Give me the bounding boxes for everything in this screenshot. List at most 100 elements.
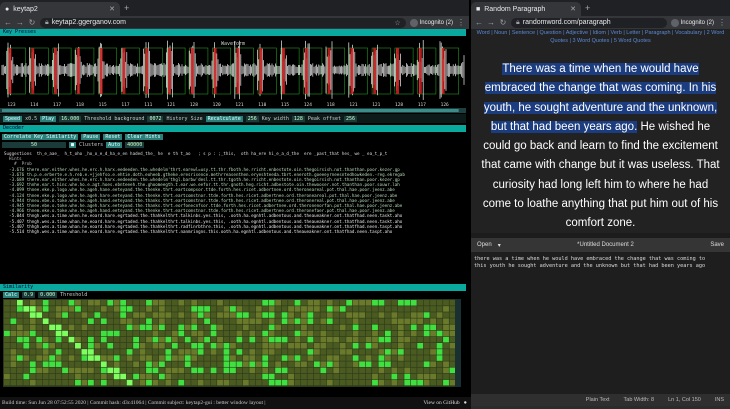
matrix-cell[interactable] <box>152 324 159 331</box>
matrix-cell[interactable] <box>29 373 36 380</box>
matrix-cell[interactable] <box>326 361 333 367</box>
matrix-cell[interactable] <box>171 361 178 367</box>
matrix-cell[interactable] <box>294 355 301 361</box>
matrix-cell[interactable] <box>223 318 230 324</box>
matrix-cell[interactable] <box>365 361 372 367</box>
matrix-cell[interactable] <box>126 361 133 367</box>
matrix-cell[interactable] <box>384 324 391 331</box>
matrix-cell[interactable] <box>288 367 294 374</box>
time-value[interactable]: 16.000 <box>59 115 82 122</box>
matrix-cell[interactable] <box>36 336 43 343</box>
matrix-cell[interactable] <box>191 336 198 343</box>
matrix-cell[interactable] <box>133 355 139 361</box>
matrix-cell[interactable] <box>171 349 178 355</box>
matrix-cell[interactable] <box>36 343 43 349</box>
matrix-cell[interactable] <box>262 300 269 306</box>
matrix-cell[interactable] <box>307 318 314 324</box>
matrix-cell[interactable] <box>191 330 198 337</box>
matrix-cell[interactable] <box>4 300 10 306</box>
matrix-cell[interactable] <box>255 324 262 331</box>
matrix-cell[interactable] <box>81 336 88 343</box>
matrix-cell[interactable] <box>42 300 49 306</box>
matrix-cell[interactable] <box>10 349 17 355</box>
matrix-cell[interactable] <box>352 367 359 374</box>
matrix-cell[interactable] <box>178 343 185 349</box>
matrix-cell[interactable] <box>178 361 185 367</box>
matrix-cell[interactable] <box>223 300 230 306</box>
matrix-cell[interactable] <box>146 361 152 367</box>
matrix-cell[interactable] <box>75 355 81 361</box>
matrix-cell[interactable] <box>23 367 30 374</box>
matrix-cell[interactable] <box>223 367 230 374</box>
matrix-cell[interactable] <box>158 373 165 380</box>
matrix-cell[interactable] <box>288 361 294 367</box>
matrix-cell[interactable] <box>29 379 36 386</box>
n-value-slider[interactable]: 50 <box>2 142 66 148</box>
matrix-cell[interactable] <box>294 324 301 331</box>
matrix-cell[interactable] <box>68 373 75 380</box>
matrix-cell[interactable] <box>230 361 236 367</box>
matrix-cell[interactable] <box>210 379 217 386</box>
matrix-cell[interactable] <box>294 361 301 367</box>
matrix-cell[interactable] <box>339 361 346 367</box>
matrix-cell[interactable] <box>197 300 204 306</box>
matrix-cell[interactable] <box>230 324 236 331</box>
matrix-cell[interactable] <box>139 355 146 361</box>
matrix-cell[interactable] <box>120 300 127 306</box>
matrix-cell[interactable] <box>139 300 146 306</box>
matrix-cell[interactable] <box>191 379 198 386</box>
matrix-cell[interactable] <box>42 367 49 374</box>
matrix-cell[interactable] <box>197 336 204 343</box>
matrix-cell[interactable] <box>301 336 307 343</box>
matrix-cell[interactable] <box>301 318 307 324</box>
matrix-cell[interactable] <box>262 373 269 380</box>
matrix-cell[interactable] <box>23 306 30 312</box>
matrix-cell[interactable] <box>49 367 56 374</box>
matrix-cell[interactable] <box>152 336 159 343</box>
matrix-cell[interactable] <box>152 300 159 306</box>
matrix-cell[interactable] <box>359 355 365 361</box>
matrix-cell[interactable] <box>443 355 449 361</box>
matrix-cell[interactable] <box>120 330 127 337</box>
matrix-cell[interactable] <box>397 355 404 361</box>
matrix-cell[interactable] <box>275 318 282 324</box>
matrix-cell[interactable] <box>268 349 275 355</box>
matrix-cell[interactable] <box>94 312 101 318</box>
matrix-cell[interactable] <box>430 355 437 361</box>
matrix-cell[interactable] <box>333 312 340 318</box>
matrix-cell[interactable] <box>223 355 230 361</box>
matrix-cell[interactable] <box>242 355 249 361</box>
matrix-cell[interactable] <box>262 336 269 343</box>
matrix-cell[interactable] <box>443 300 449 306</box>
matrix-cell[interactable] <box>346 367 353 374</box>
matrix-cell[interactable] <box>23 379 30 386</box>
matrix-cell[interactable] <box>191 300 198 306</box>
matrix-cell[interactable] <box>404 367 411 374</box>
matrix-cell[interactable] <box>165 373 172 380</box>
matrix-cell[interactable] <box>236 379 243 386</box>
matrix-cell[interactable] <box>171 373 178 380</box>
peak-offset-value[interactable]: 256 <box>344 115 358 122</box>
matrix-cell[interactable] <box>242 379 249 386</box>
matrix-cell[interactable] <box>68 318 75 324</box>
correlate-button[interactable]: Correlate Key Similarity <box>2 134 79 140</box>
matrix-cell[interactable] <box>449 324 456 331</box>
matrix-cell[interactable] <box>10 336 17 343</box>
matrix-cell[interactable] <box>417 336 424 343</box>
sim-value-2[interactable]: 0.000 <box>38 292 58 298</box>
matrix-cell[interactable] <box>223 312 230 318</box>
matrix-cell[interactable] <box>16 349 23 355</box>
matrix-cell[interactable] <box>236 367 243 374</box>
key-marker[interactable] <box>76 48 80 94</box>
matrix-cell[interactable] <box>120 361 127 367</box>
matrix-cell[interactable] <box>378 312 385 318</box>
matrix-cell[interactable] <box>236 306 243 312</box>
matrix-cell[interactable] <box>23 373 30 380</box>
matrix-cell[interactable] <box>16 306 23 312</box>
matrix-cell[interactable] <box>197 324 204 331</box>
matrix-cell[interactable] <box>223 336 230 343</box>
matrix-cell[interactable] <box>10 373 17 380</box>
matrix-cell[interactable] <box>275 324 282 331</box>
matrix-cell[interactable] <box>255 349 262 355</box>
matrix-cell[interactable] <box>417 343 424 349</box>
